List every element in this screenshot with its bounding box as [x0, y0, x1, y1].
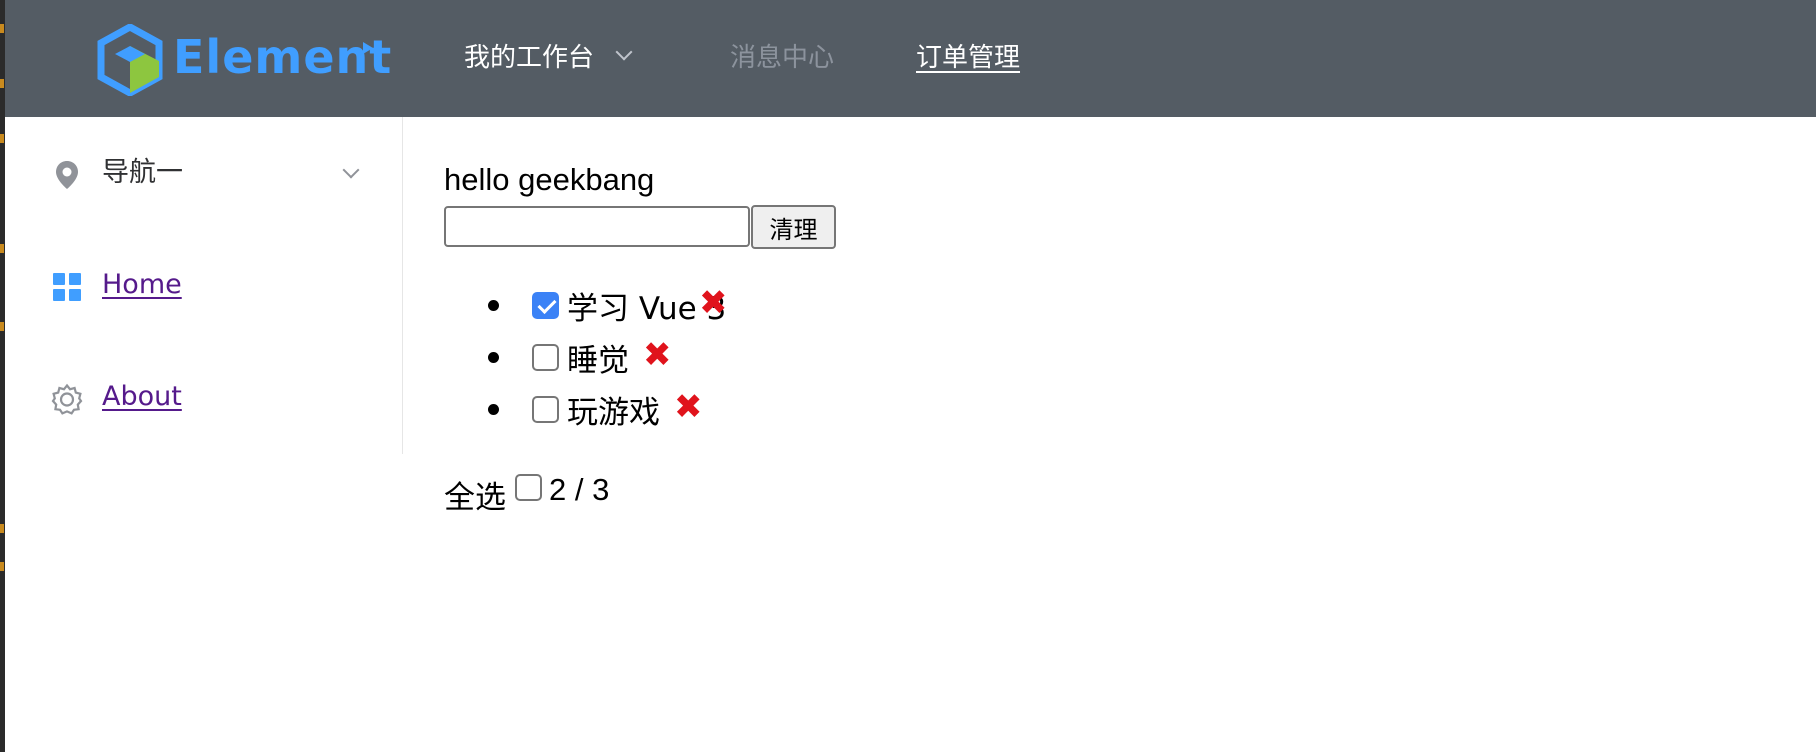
gear-icon: [51, 383, 83, 415]
sidebar-item-label[interactable]: Home: [102, 229, 182, 341]
sidebar-item-label: 导航一: [102, 157, 183, 188]
todo-checkbox[interactable]: [532, 292, 559, 319]
list-bullet: [488, 404, 499, 415]
nav-workbench-label: 我的工作台: [464, 43, 595, 73]
sidebar: 导航一 Home About: [5, 117, 403, 454]
clear-button[interactable]: 清理: [751, 205, 836, 249]
nav-messages-label: 消息中心: [730, 43, 835, 73]
nav-messages[interactable]: 消息中心: [730, 0, 834, 117]
chevron-down-icon: [615, 43, 633, 61]
sidebar-item-label[interactable]: About: [102, 341, 182, 453]
todo-input[interactable]: [444, 206, 750, 247]
list-bullet: [488, 300, 499, 311]
delete-icon[interactable]: ✖: [643, 335, 672, 375]
list-bullet: [488, 352, 499, 363]
nav-workbench[interactable]: 我的工作台: [464, 0, 633, 117]
sidebar-item-nav1[interactable]: 导航一: [5, 117, 403, 229]
todo-item: 玩游戏 ✖: [488, 383, 888, 435]
sidebar-item-home[interactable]: Home: [5, 229, 403, 341]
todo-checkbox[interactable]: [532, 344, 559, 371]
logo-mark-icon: [363, 42, 373, 54]
todo-item: 睡觉 ✖: [488, 331, 888, 383]
grid-icon: [53, 273, 81, 301]
nav-orders[interactable]: 订单管理: [916, 0, 1020, 117]
todo-list: 学习 Vue 3 ✖ 睡觉 ✖ 玩游戏 ✖: [488, 279, 888, 435]
todo-checkbox[interactable]: [532, 396, 559, 423]
location-icon: [56, 161, 78, 189]
chevron-down-icon: [342, 161, 360, 179]
delete-icon[interactable]: ✖: [699, 283, 728, 323]
logo-text: Element: [173, 30, 393, 84]
greeting-text: hello geekbang: [444, 162, 655, 197]
logo-hexagon-icon: [97, 24, 163, 96]
top-nav-bar: Element 我的工作台 消息中心 订单管理: [5, 0, 1816, 117]
completed-count: 2 / 3: [549, 472, 610, 507]
delete-icon[interactable]: ✖: [674, 387, 703, 427]
select-all-checkbox[interactable]: [515, 474, 542, 501]
select-all-label: 全选: [444, 480, 506, 516]
nav-orders-label: 订单管理: [916, 43, 1021, 73]
todo-text: 睡觉: [567, 343, 629, 379]
todo-item: 学习 Vue 3 ✖: [488, 279, 888, 331]
todo-text: 玩游戏: [567, 395, 660, 431]
sidebar-item-about[interactable]: About: [5, 341, 403, 453]
element-logo[interactable]: Element: [95, 24, 391, 96]
